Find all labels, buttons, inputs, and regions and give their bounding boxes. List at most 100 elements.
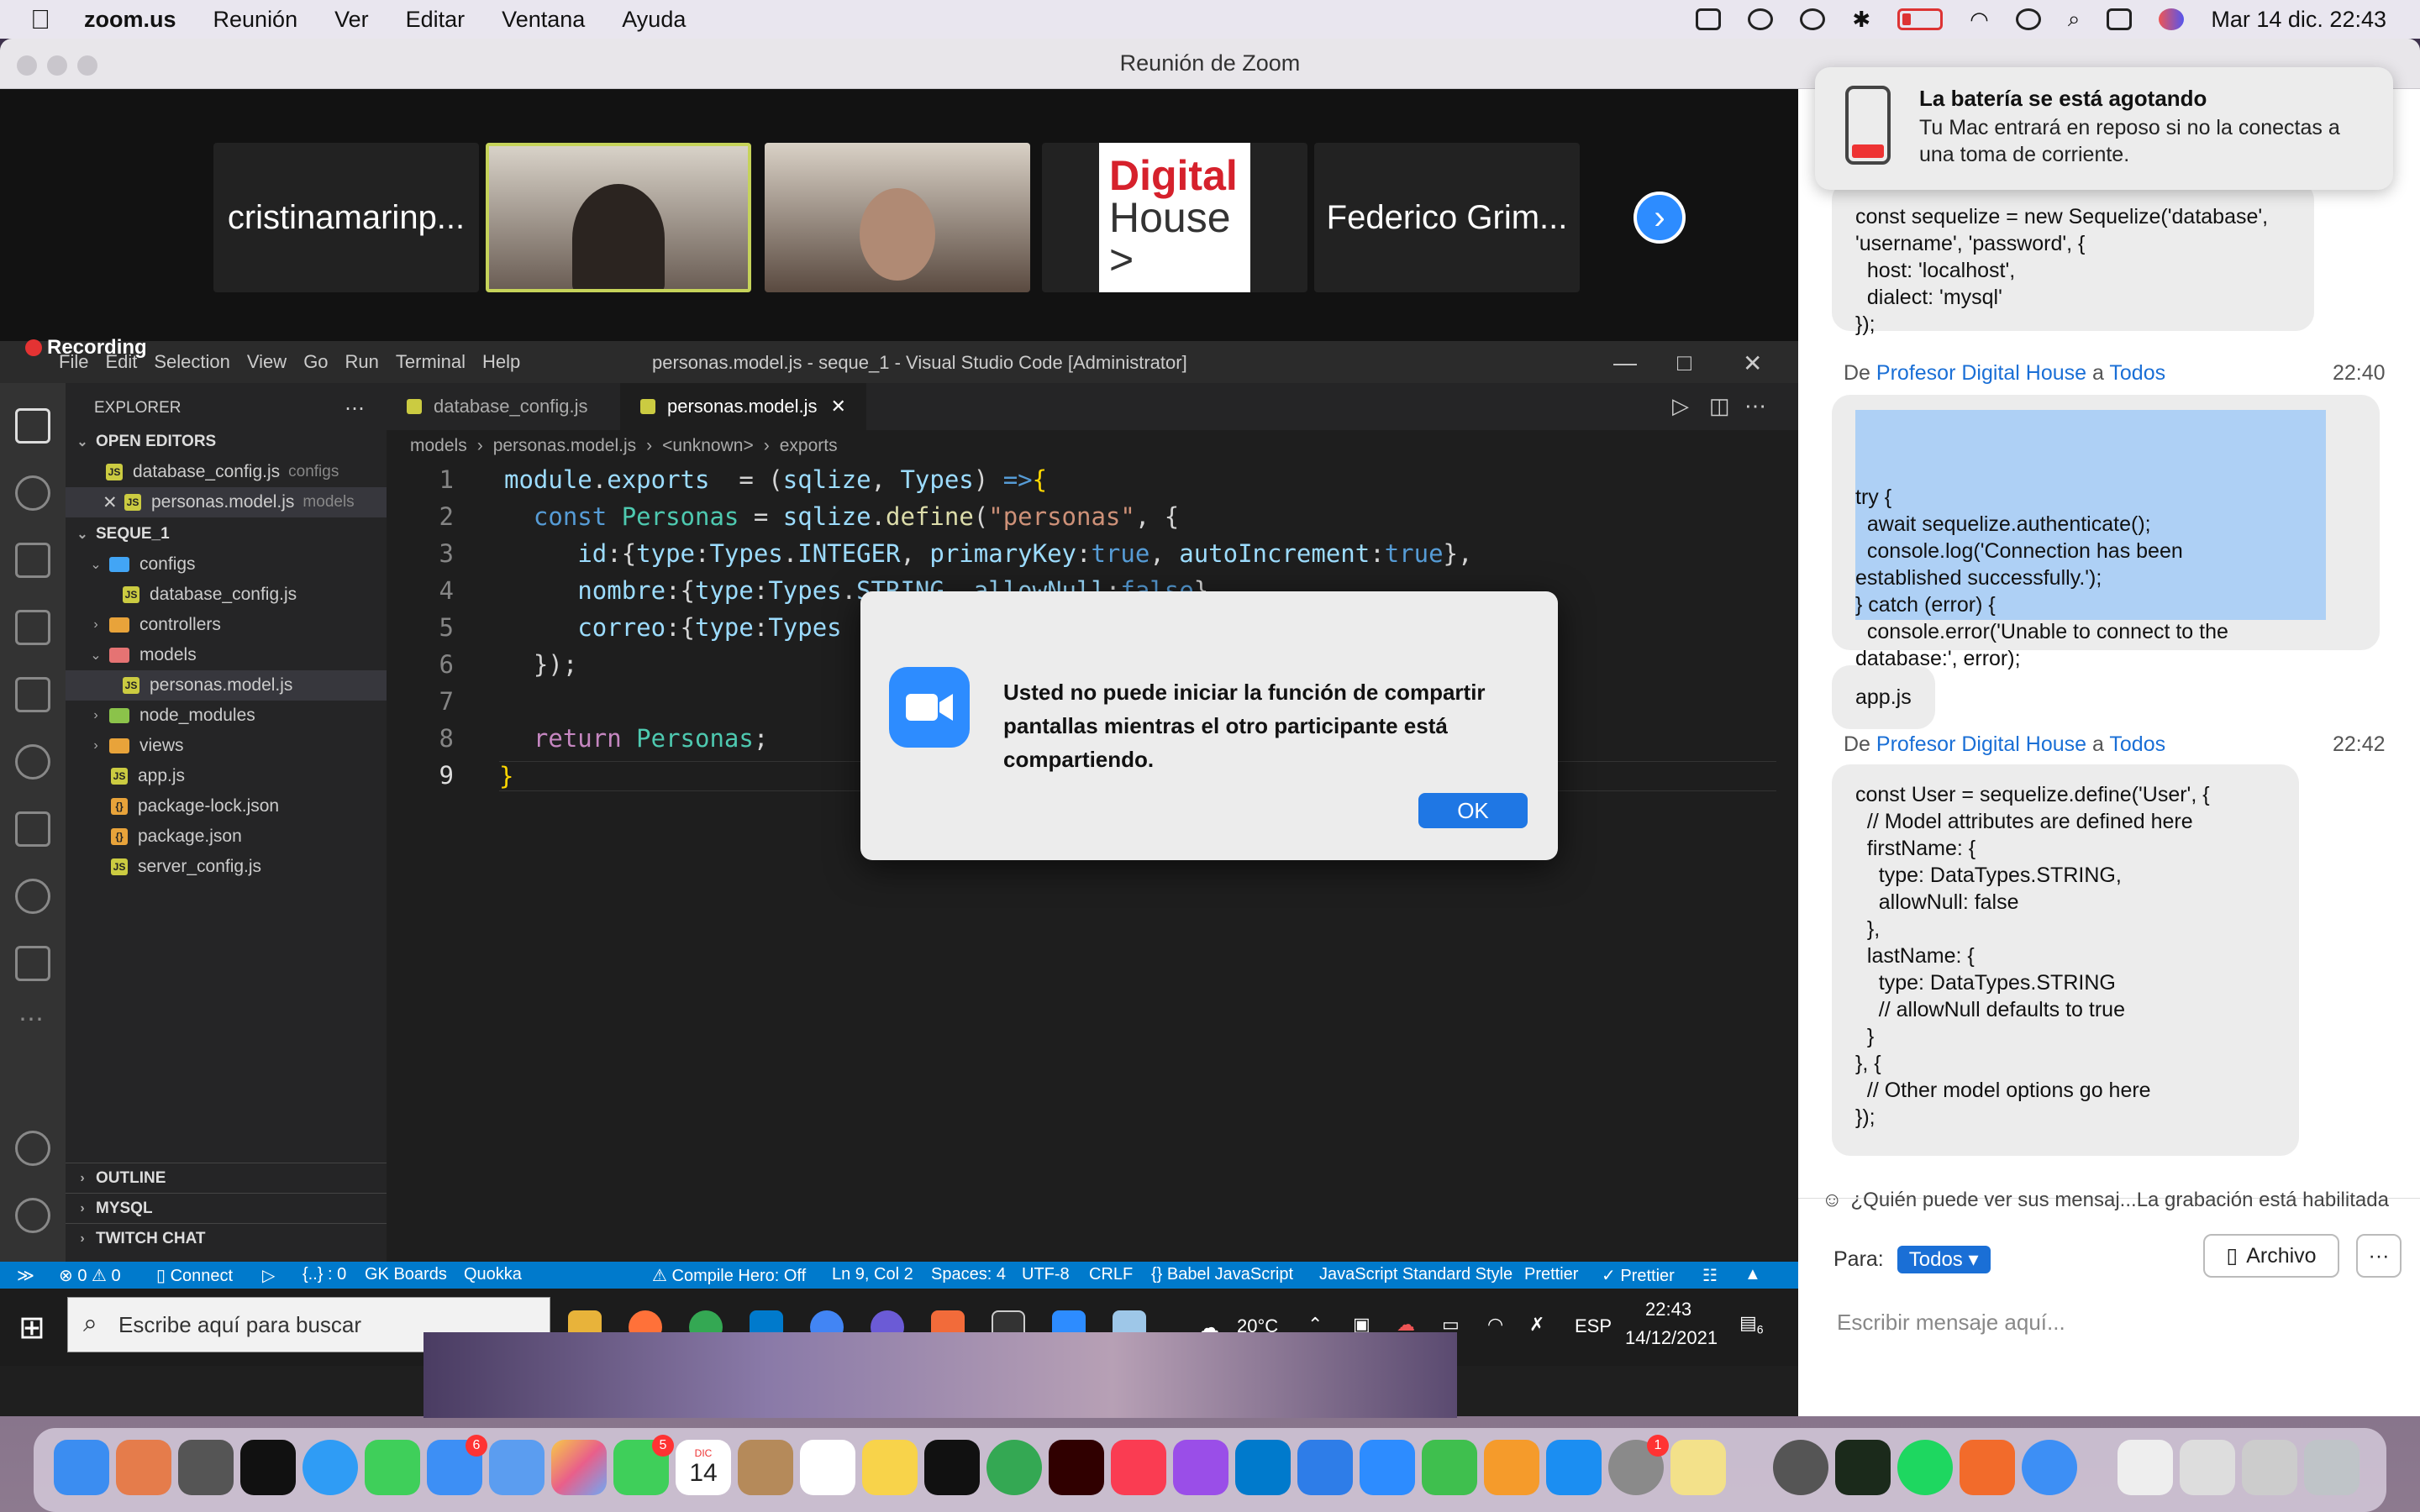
input-language[interactable]: ESP [1575, 1315, 1612, 1337]
vs-menu-help[interactable]: Help [482, 351, 520, 373]
zoom-window-button[interactable] [77, 55, 97, 76]
messages-icon[interactable] [365, 1440, 420, 1495]
twitch-chat-section[interactable]: › TWITCH CHAT [66, 1223, 387, 1253]
tree-file[interactable]: JS database_config.js [66, 580, 387, 610]
calendar-icon[interactable]: DIC 14 [676, 1440, 731, 1495]
search-icon[interactable] [15, 744, 50, 780]
photos-icon[interactable] [551, 1440, 607, 1495]
document-stack-icon[interactable] [2180, 1440, 2235, 1495]
menu-item-ayuda[interactable]: Ayuda [622, 7, 686, 33]
tree-folder[interactable]: ⌄ configs [66, 549, 387, 580]
close-window-button[interactable] [17, 55, 37, 76]
vs-menu-terminal[interactable]: Terminal [396, 351, 466, 373]
tree-file[interactable]: {} package-lock.json [66, 791, 387, 822]
menu-datetime[interactable]: Mar 14 dic. 22:43 [2211, 7, 2386, 33]
open-editor-item-active[interactable]: ✕ JS personas.model.js models [66, 487, 387, 517]
feedback-icon[interactable]: ☷ [1702, 1265, 1718, 1286]
app-icon[interactable] [1773, 1440, 1828, 1495]
participant-tile-active-speaker[interactable] [486, 143, 751, 292]
wifi-icon[interactable]: ◠ [1487, 1314, 1503, 1336]
braces-status[interactable]: {..} : 0 [302, 1265, 346, 1284]
sender-name[interactable]: Profesor Digital House [1876, 732, 2086, 756]
run-debug-icon[interactable] [15, 543, 50, 578]
wifi-hotspot-icon[interactable] [1800, 8, 1826, 30]
next-page-button[interactable]: › [1634, 192, 1686, 244]
settings-gear-icon[interactable] [15, 1198, 50, 1233]
app-icon[interactable] [2022, 1440, 2077, 1495]
tree-folder[interactable]: › node_modules [66, 701, 387, 731]
indentation-status[interactable]: Spaces: 4 [931, 1265, 1006, 1284]
run-icon[interactable]: ▷ [1672, 393, 1689, 419]
breadcrumb-item[interactable]: exports [780, 436, 838, 456]
spotify-icon[interactable] [1897, 1440, 1953, 1495]
illustrator-icon[interactable] [1049, 1440, 1104, 1495]
gitlens-icon[interactable] [15, 879, 50, 914]
minimize-window-button[interactable] [47, 55, 67, 76]
encoding-status[interactable]: UTF-8 [1022, 1265, 1070, 1284]
play-icon[interactable] [1748, 8, 1774, 30]
screenshot-stack-icon[interactable] [2242, 1440, 2297, 1495]
bluetooth-icon[interactable]: ✱ [1852, 7, 1870, 33]
test-icon[interactable] [15, 811, 50, 847]
tree-folder[interactable]: ⌄ models [66, 640, 387, 670]
vscode-icon[interactable] [1235, 1440, 1291, 1495]
close-icon[interactable]: ✕ [1743, 349, 1762, 377]
vs-menu-run[interactable]: Run [345, 351, 379, 373]
tree-file[interactable]: JS server_config.js [66, 852, 387, 882]
lint-style-status[interactable]: JavaScript Standard Style [1319, 1265, 1512, 1284]
close-icon[interactable]: ✕ [103, 492, 124, 513]
facetime-icon[interactable]: 5 [613, 1435, 674, 1495]
notification-center-icon[interactable]: ▤6 [1739, 1312, 1764, 1336]
control-center-icon[interactable] [2107, 8, 2133, 30]
recipient-dropdown[interactable]: Todos ▾ [1897, 1246, 1991, 1273]
explorer-icon[interactable] [15, 408, 50, 444]
system-preferences-icon[interactable]: 1 [1608, 1435, 1669, 1495]
maximize-icon[interactable]: □ [1677, 349, 1691, 376]
numbers-icon[interactable] [1422, 1440, 1477, 1495]
maps-icon[interactable] [489, 1440, 544, 1495]
battery-low-notification[interactable]: La batería se está agotando Tu Mac entra… [1815, 67, 2393, 190]
breadcrumb-item[interactable]: personas.model.js [493, 436, 636, 456]
breadcrumb-item[interactable]: models [410, 436, 467, 456]
tree-folder[interactable]: › views [66, 731, 387, 761]
chat-input[interactable]: Escribir mensaje aquí... [1837, 1310, 2065, 1336]
mail-icon[interactable]: 6 [427, 1435, 487, 1495]
music-icon[interactable] [1111, 1440, 1166, 1495]
quokka-status[interactable]: Quokka [464, 1265, 522, 1284]
prettier-status[interactable]: Prettier [1524, 1265, 1578, 1284]
remote-icon[interactable]: ≫ [17, 1265, 34, 1286]
project-header[interactable]: ⌄ SEQUE_1 [66, 519, 387, 549]
notes-icon[interactable] [862, 1440, 918, 1495]
compile-hero-status[interactable]: ⚠ Compile Hero: Off [652, 1265, 806, 1286]
zoom-status-icon[interactable] [1696, 8, 1722, 30]
file-button[interactable]: ▯ Archivo [2203, 1234, 2339, 1278]
trash-icon[interactable] [2304, 1440, 2360, 1495]
mysql-section[interactable]: › MYSQL [66, 1193, 387, 1223]
wifi-icon[interactable]: ◠ [1970, 7, 1989, 33]
tree-file-selected[interactable]: JS personas.model.js [66, 670, 387, 701]
participant-tile[interactable]: Federico Grim... [1314, 143, 1580, 292]
keynote-icon[interactable] [1297, 1440, 1353, 1495]
volume-muted-icon[interactable]: ✗ [1529, 1314, 1544, 1336]
spotlight-icon[interactable]: ⌕ [2068, 6, 2081, 33]
stickies-icon[interactable] [1670, 1440, 1726, 1495]
more-actions-icon[interactable]: ⋯ [1744, 393, 1766, 419]
problems-status[interactable]: ⊗ 0 ⚠ 0 [59, 1265, 121, 1286]
more-options-button[interactable]: ··· [2356, 1234, 2402, 1278]
gk-boards-status[interactable]: GK Boards [365, 1265, 447, 1284]
breadcrumb-item[interactable]: <unknown> [662, 436, 754, 456]
calculator-icon[interactable] [178, 1440, 234, 1495]
terminal-icon[interactable] [240, 1440, 296, 1495]
menu-item-ver[interactable]: Ver [334, 7, 369, 33]
more-actions-icon[interactable]: ⋯ [345, 396, 365, 421]
close-icon[interactable]: ✕ [831, 396, 846, 417]
taskbar-date[interactable]: 14/12/2021 [1625, 1327, 1718, 1349]
menu-item-ventana[interactable]: Ventana [502, 7, 585, 33]
source-control-icon[interactable] [15, 475, 50, 511]
chrome-icon[interactable] [986, 1440, 1042, 1495]
activity-monitor-icon[interactable] [1835, 1440, 1891, 1495]
sublime-icon[interactable] [1960, 1440, 2015, 1495]
tab-personas-model[interactable]: personas.model.js ✕ [620, 383, 866, 430]
notifications-bell-icon[interactable]: ▲ [1744, 1265, 1761, 1284]
live-share-icon[interactable] [15, 946, 50, 981]
